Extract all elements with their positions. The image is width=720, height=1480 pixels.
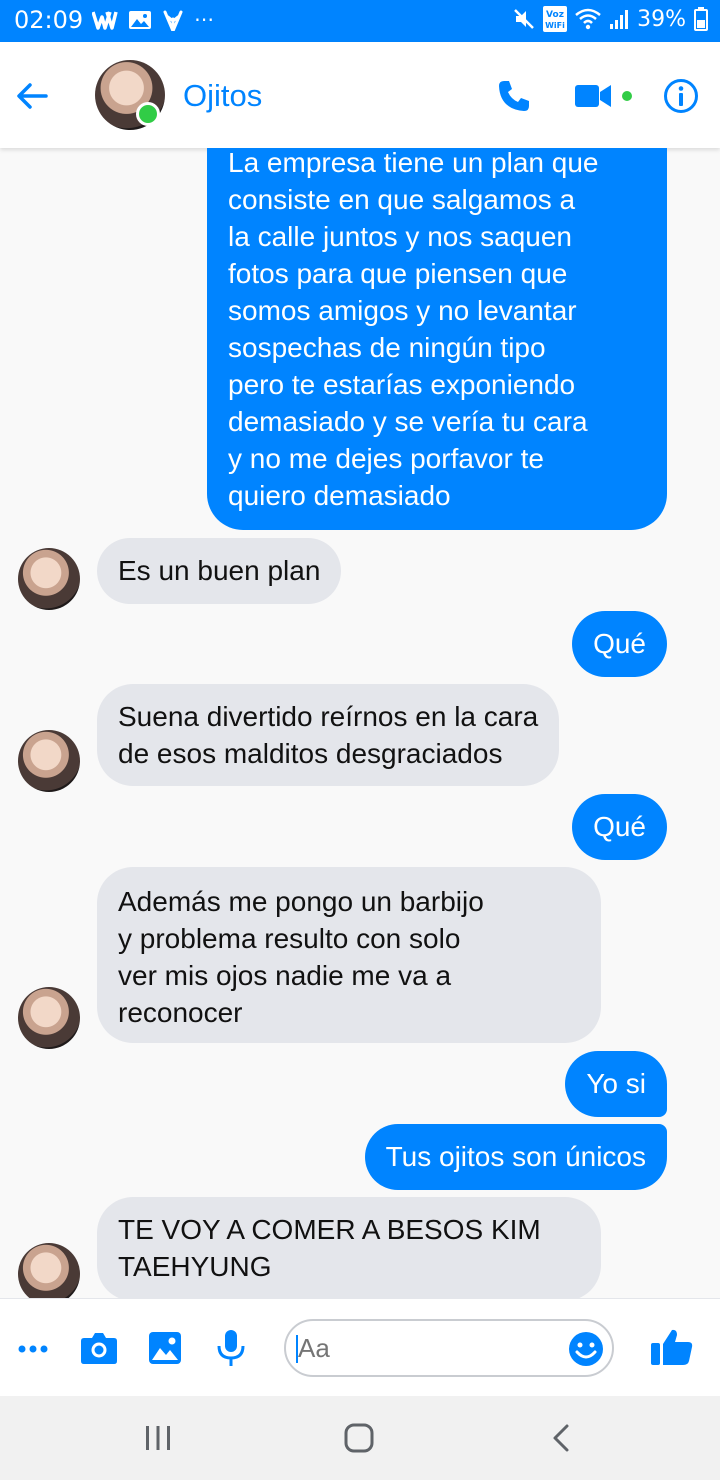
contact-avatar-small[interactable] bbox=[18, 548, 80, 610]
leaf-icon bbox=[163, 10, 183, 31]
conversation-header: Ojitos bbox=[0, 42, 720, 148]
notification-icons: ⋯ bbox=[92, 8, 214, 32]
gallery-icon bbox=[129, 11, 151, 29]
system-nav-bar bbox=[0, 1396, 720, 1480]
message-received[interactable]: Suena divertido reírnos en la cara de es… bbox=[97, 684, 560, 786]
camera-icon[interactable] bbox=[80, 1331, 118, 1365]
gallery-icon[interactable] bbox=[148, 1331, 182, 1365]
more-actions-icon[interactable] bbox=[18, 1337, 48, 1361]
info-icon[interactable] bbox=[663, 78, 699, 114]
online-indicator bbox=[136, 102, 160, 126]
svg-text:Voz: Voz bbox=[546, 10, 564, 20]
recents-icon[interactable] bbox=[140, 1420, 176, 1456]
message-sent[interactable]: Tus ojitos son únicos bbox=[364, 1124, 667, 1190]
status-bar: 02:09 ⋯ Voz WiFi 39% bbox=[0, 0, 720, 42]
back-icon[interactable] bbox=[543, 1420, 579, 1456]
microphone-icon[interactable] bbox=[216, 1329, 246, 1367]
signal-icon bbox=[610, 10, 629, 29]
message-received[interactable]: TE VOY A COMER A BESOS KIM TAEHYUNG bbox=[97, 1197, 601, 1298]
contact-avatar-small[interactable] bbox=[18, 987, 80, 1049]
video-call-icon[interactable] bbox=[574, 82, 612, 110]
volte-wifi-icon: VozWiFi bbox=[543, 6, 568, 32]
contact-name[interactable]: Ojitos bbox=[183, 78, 262, 114]
more-icon: ⋯ bbox=[194, 9, 214, 31]
w-app-icon bbox=[92, 11, 118, 30]
message-sent[interactable]: Qué bbox=[572, 611, 667, 677]
status-right: Voz WiFi 39% bbox=[513, 6, 708, 32]
phone-call-icon[interactable] bbox=[496, 78, 532, 114]
contact-avatar-small[interactable] bbox=[18, 1243, 80, 1298]
message-sent[interactable]: Qué bbox=[572, 794, 667, 860]
message-input-box[interactable] bbox=[284, 1319, 614, 1377]
message-received[interactable]: Es un buen plan bbox=[97, 538, 342, 604]
like-thumbs-up-icon[interactable] bbox=[650, 1327, 694, 1367]
battery-icon bbox=[694, 7, 708, 31]
contact-avatar-small[interactable] bbox=[18, 730, 80, 792]
wifi-icon bbox=[575, 8, 601, 30]
message-sent[interactable]: La empresa tiene un plan que consiste en… bbox=[207, 148, 667, 530]
status-time: 02:09 bbox=[14, 6, 84, 34]
message-received[interactable]: Además me pongo un barbijo y problema re… bbox=[97, 867, 601, 1043]
video-active-dot bbox=[622, 91, 632, 101]
message-input[interactable] bbox=[298, 1321, 548, 1375]
message-composer bbox=[0, 1298, 720, 1397]
message-sent[interactable]: Yo si bbox=[565, 1051, 667, 1117]
mute-icon bbox=[514, 9, 534, 29]
svg-text:WiFi: WiFi bbox=[545, 21, 565, 30]
emoji-icon[interactable] bbox=[568, 1331, 604, 1367]
home-icon[interactable] bbox=[341, 1420, 377, 1456]
back-arrow-icon[interactable] bbox=[14, 78, 50, 114]
message-list[interactable]: La empresa tiene un plan que consiste en… bbox=[0, 148, 720, 1298]
battery-percent: 39% bbox=[637, 6, 686, 32]
